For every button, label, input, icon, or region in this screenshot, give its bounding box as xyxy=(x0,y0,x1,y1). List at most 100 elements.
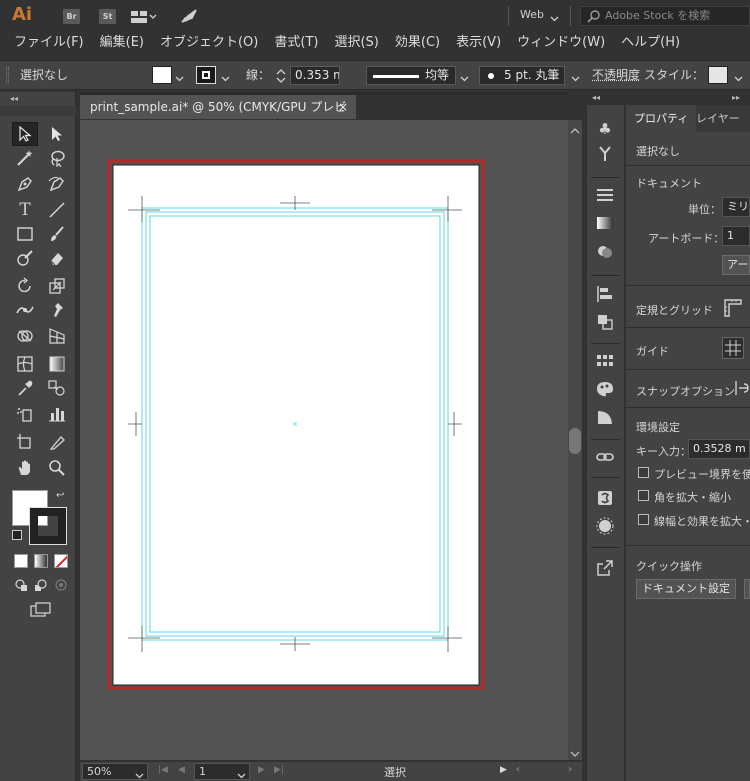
previous-artboard-icon[interactable]: ◀ xyxy=(178,765,185,775)
style-swatch[interactable] xyxy=(708,66,728,84)
collapse-props-icon[interactable]: ▸▸ xyxy=(732,93,740,102)
appearance-panel-icon[interactable] xyxy=(595,409,615,429)
selection-tool-icon[interactable] xyxy=(12,122,38,146)
menu-view[interactable]: 表示(V) xyxy=(448,32,509,54)
artboard-number-field[interactable]: 1 xyxy=(194,763,250,780)
draw-behind-icon[interactable] xyxy=(34,578,48,592)
draw-inside-icon[interactable] xyxy=(54,578,68,592)
rocket-icon[interactable] xyxy=(180,8,198,24)
artboard-dropdown[interactable]: 1 xyxy=(722,226,750,246)
status-tool-name[interactable]: 選択 xyxy=(384,764,406,780)
menu-select[interactable]: 選択(S) xyxy=(326,32,386,54)
stock-button[interactable]: St xyxy=(99,9,116,24)
brushes-icon[interactable] xyxy=(595,145,615,165)
hscroll-right-icon[interactable]: › xyxy=(568,764,572,775)
preferences-button[interactable] xyxy=(744,579,750,599)
document-tab[interactable]: print_sample.ai* @ 50% (CMYK/GPU プレビュー) … xyxy=(80,95,356,119)
stroke-weight-field[interactable]: 0.353 m xyxy=(290,66,340,85)
tab-properties[interactable]: プロパティ xyxy=(626,105,696,132)
club-icon[interactable]: ♣ xyxy=(595,119,615,139)
units-dropdown[interactable]: ミリ xyxy=(722,197,750,217)
close-tab-icon[interactable]: × xyxy=(338,95,348,119)
rectangle-tool-icon[interactable] xyxy=(12,222,38,246)
next-artboard-icon[interactable]: ▶ xyxy=(258,765,265,775)
chevron-down-icon[interactable] xyxy=(237,768,246,781)
lasso-tool-icon[interactable] xyxy=(44,146,70,170)
transparency-panel-icon[interactable] xyxy=(595,243,615,263)
rotate-tool-icon[interactable] xyxy=(12,274,38,298)
arrange-documents-icon[interactable] xyxy=(131,10,157,24)
last-artboard-icon[interactable]: ▶| xyxy=(274,765,284,775)
bridge-button[interactable]: Br xyxy=(63,9,80,24)
line-segment-tool-icon[interactable] xyxy=(44,198,70,222)
chevron-down-icon[interactable] xyxy=(550,12,559,25)
align-panel-icon[interactable] xyxy=(595,285,615,305)
menu-window[interactable]: ウィンドウ(W) xyxy=(509,32,613,54)
perspective-grid-tool-icon[interactable] xyxy=(44,324,70,348)
symbols-panel-icon[interactable] xyxy=(595,489,615,509)
gradient-tool-icon[interactable] xyxy=(44,352,70,376)
swatches-panel-icon[interactable] xyxy=(595,353,615,373)
mesh-tool-icon[interactable] xyxy=(12,352,38,376)
keyboard-increment-field[interactable]: 0.3528 m xyxy=(688,439,750,459)
snap-icon[interactable] xyxy=(734,379,750,397)
tab-layers[interactable]: レイヤー xyxy=(688,105,748,132)
color-mode-icon[interactable] xyxy=(14,554,28,568)
stock-search-input[interactable]: Adobe Stock を検索 xyxy=(580,6,750,26)
brush-dropdown[interactable]: 5 pt. 丸筆 xyxy=(479,66,565,85)
chevron-down-icon[interactable] xyxy=(135,768,144,781)
menu-effect[interactable]: 効果(C) xyxy=(387,32,448,54)
status-menu-icon[interactable]: ▶ xyxy=(500,765,507,775)
default-colors-icon[interactable] xyxy=(12,530,22,540)
graphic-styles-icon[interactable] xyxy=(595,517,615,537)
fill-swatch[interactable] xyxy=(152,66,172,84)
scroll-thumb[interactable] xyxy=(569,428,581,454)
canvas[interactable] xyxy=(80,120,568,760)
type-tool-icon[interactable]: T xyxy=(12,198,38,222)
eraser-tool-icon[interactable] xyxy=(44,246,70,270)
stroke-swatch[interactable] xyxy=(196,66,216,84)
stroke-profile-dropdown[interactable]: 均等 xyxy=(366,66,456,85)
eyedropper-tool-icon[interactable] xyxy=(12,376,38,400)
swap-colors-icon[interactable]: ↩ xyxy=(56,490,64,501)
gradient-panel-icon[interactable] xyxy=(595,215,615,235)
zoom-field[interactable]: 50% xyxy=(82,763,148,780)
paintbrush-tool-icon[interactable] xyxy=(44,222,70,246)
menu-help[interactable]: ヘルプ(H) xyxy=(613,32,688,54)
scale-strokes-checkbox[interactable] xyxy=(638,514,649,525)
chevron-down-icon[interactable] xyxy=(571,72,580,85)
gradient-mode-icon[interactable] xyxy=(34,554,48,568)
hand-tool-icon[interactable] xyxy=(12,456,38,480)
stroke-label[interactable]: 線： xyxy=(246,61,270,89)
hscroll-left-icon[interactable]: ‹ xyxy=(516,764,520,775)
stroke-weight-stepper[interactable] xyxy=(274,68,288,84)
pen-tool-icon[interactable] xyxy=(12,172,38,196)
vertical-scrollbar[interactable] xyxy=(568,120,582,760)
menu-file[interactable]: ファイル(F) xyxy=(0,32,92,54)
zoom-tool-icon[interactable] xyxy=(44,456,70,480)
edit-artboards-button[interactable]: アー xyxy=(722,255,750,275)
chevron-down-icon[interactable] xyxy=(460,72,469,85)
first-artboard-icon[interactable]: |◀ xyxy=(158,765,168,775)
shape-builder-tool-icon[interactable] xyxy=(12,324,38,348)
width-tool-icon[interactable] xyxy=(12,298,38,322)
stroke-panel-icon[interactable] xyxy=(595,187,615,207)
magic-wand-tool-icon[interactable] xyxy=(12,146,38,170)
guides-icon[interactable] xyxy=(722,337,744,359)
scroll-up-icon[interactable] xyxy=(570,124,580,137)
shaper-tool-icon[interactable] xyxy=(12,246,38,270)
opacity-label[interactable]: 不透明度 xyxy=(592,61,640,89)
curvature-tool-icon[interactable] xyxy=(44,172,70,196)
artboard-tool-icon[interactable] xyxy=(12,430,38,454)
chevron-down-icon[interactable] xyxy=(221,72,230,85)
grip-handle[interactable] xyxy=(6,67,9,83)
direct-selection-tool-icon[interactable] xyxy=(44,122,70,146)
column-graph-tool-icon[interactable] xyxy=(44,402,70,426)
chevron-down-icon[interactable] xyxy=(734,72,743,85)
scroll-down-icon[interactable] xyxy=(570,748,580,761)
menu-object[interactable]: オブジェクト(O) xyxy=(152,32,266,54)
collapse-panel-icon[interactable]: ◂◂ xyxy=(10,94,18,103)
ruler-icon[interactable] xyxy=(722,297,744,317)
links-panel-icon[interactable] xyxy=(595,449,615,469)
collapse-dock-icon[interactable]: ◂◂ xyxy=(592,93,600,102)
